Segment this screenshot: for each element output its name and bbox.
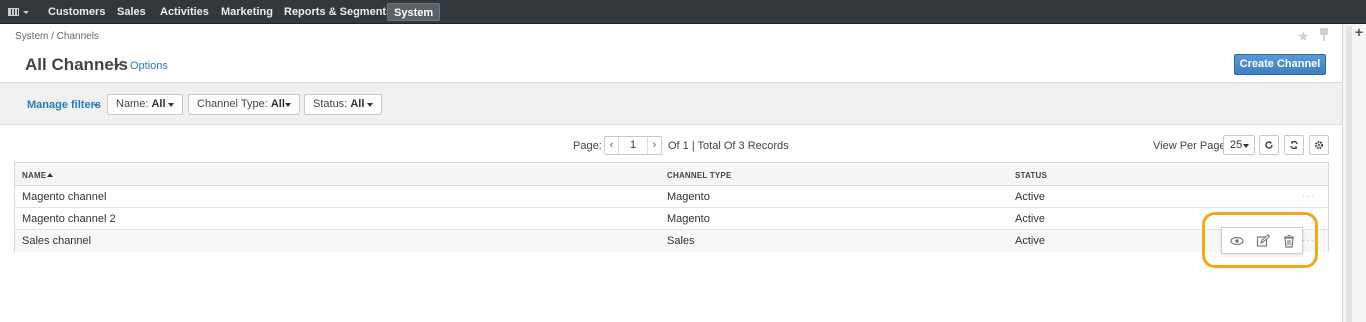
cell-channel-type: Magento — [667, 213, 710, 225]
filter-bar: Manage filters Name: All Channel Type: A… — [0, 82, 1342, 125]
table-row[interactable]: Magento channel Magento Active ··· — [15, 186, 1328, 208]
page-title[interactable]: All Channels — [25, 55, 128, 75]
row-actions-icon[interactable]: ··· — [1302, 191, 1315, 202]
column-header-channel-type[interactable]: CHANNEL TYPE — [667, 171, 731, 180]
filter-channel-type[interactable]: Channel Type: All — [188, 94, 300, 115]
total-records: Of 1 | Total Of 3 Records — [668, 140, 789, 152]
cell-status: Active — [1015, 191, 1045, 203]
table-row[interactable]: Magento channel 2 Magento Active — [15, 208, 1328, 230]
pin-icon[interactable] — [1318, 27, 1330, 43]
chevron-down-icon — [367, 103, 373, 107]
gear-icon — [1314, 140, 1324, 150]
view-per-page-select[interactable]: 25 — [1223, 135, 1255, 155]
highlight-annotation — [1202, 212, 1318, 268]
manage-filters-link[interactable]: Manage filters — [27, 99, 101, 111]
grid-settings-button[interactable] — [1309, 135, 1329, 155]
chevron-down-icon — [285, 103, 291, 107]
cell-name: Sales channel — [22, 235, 92, 247]
filter-value: All — [270, 98, 285, 110]
filter-name[interactable]: Name: All — [107, 94, 183, 115]
table-row[interactable]: Sales channel Sales Active ··· — [15, 230, 1328, 252]
star-icon[interactable]: ★ — [1297, 28, 1310, 45]
grid-header: NAME CHANNEL TYPE STATUS — [15, 163, 1328, 186]
filter-status[interactable]: Status: All — [304, 94, 382, 115]
chevron-down-icon — [23, 11, 29, 14]
chevron-left-icon[interactable]: ‹ — [605, 137, 619, 154]
options-link[interactable]: Options — [130, 60, 168, 72]
breadcrumb: System / Channels — [15, 31, 99, 42]
sort-asc-icon — [47, 173, 54, 177]
channels-grid: NAME CHANNEL TYPE STATUS Magento channel… — [14, 162, 1329, 252]
cell-status: Active — [1015, 213, 1045, 225]
dashboard-icon — [8, 8, 19, 16]
add-icon[interactable]: + — [1352, 24, 1366, 40]
filter-label: Status: — [313, 98, 348, 110]
refresh-icon — [1290, 140, 1298, 150]
nav-item-system[interactable]: System — [387, 3, 441, 21]
chevron-down-icon[interactable] — [114, 64, 120, 68]
page-navigator: ‹ 1 › — [604, 136, 662, 155]
cell-name: Magento channel — [22, 191, 107, 203]
per-page-value: 25 — [1230, 139, 1243, 151]
top-navigation: Customers Sales Activities Marketing Rep… — [0, 0, 1366, 24]
nav-item-customers[interactable]: Customers — [42, 0, 111, 24]
column-header-status[interactable]: STATUS — [1015, 171, 1047, 180]
chevron-down-icon — [168, 103, 174, 107]
chevron-down-icon[interactable] — [93, 104, 99, 107]
cell-channel-type: Sales — [667, 235, 695, 247]
column-header-name[interactable]: NAME — [22, 171, 54, 180]
filter-value: All — [151, 98, 166, 110]
refresh-button[interactable] — [1284, 135, 1304, 155]
page-label: Page: — [573, 140, 602, 152]
right-sidebar: + — [1342, 24, 1366, 322]
cell-status: Active — [1015, 235, 1045, 247]
view-per-page-label: View Per Page: — [1153, 140, 1229, 152]
chevron-right-icon[interactable]: › — [647, 137, 661, 154]
apps-menu-button[interactable] — [6, 4, 32, 20]
create-channel-button[interactable]: Create Channel — [1234, 54, 1326, 75]
reset-icon — [1265, 141, 1273, 149]
page-number-input[interactable]: 1 — [620, 139, 646, 151]
filter-label: Name: — [116, 98, 149, 110]
reset-button[interactable] — [1259, 135, 1279, 155]
chevron-down-icon — [1243, 144, 1249, 148]
nav-item-sales[interactable]: Sales — [111, 0, 152, 24]
nav-item-marketing[interactable]: Marketing — [215, 0, 279, 24]
cell-channel-type: Magento — [667, 191, 710, 203]
scrollbar[interactable] — [1346, 26, 1352, 322]
cell-name: Magento channel 2 — [22, 213, 116, 225]
filter-label: Channel Type: — [197, 98, 268, 110]
nav-item-reports-segments[interactable]: Reports & Segments — [278, 0, 398, 24]
nav-item-activities[interactable]: Activities — [154, 0, 215, 24]
filter-value: All — [350, 98, 365, 110]
